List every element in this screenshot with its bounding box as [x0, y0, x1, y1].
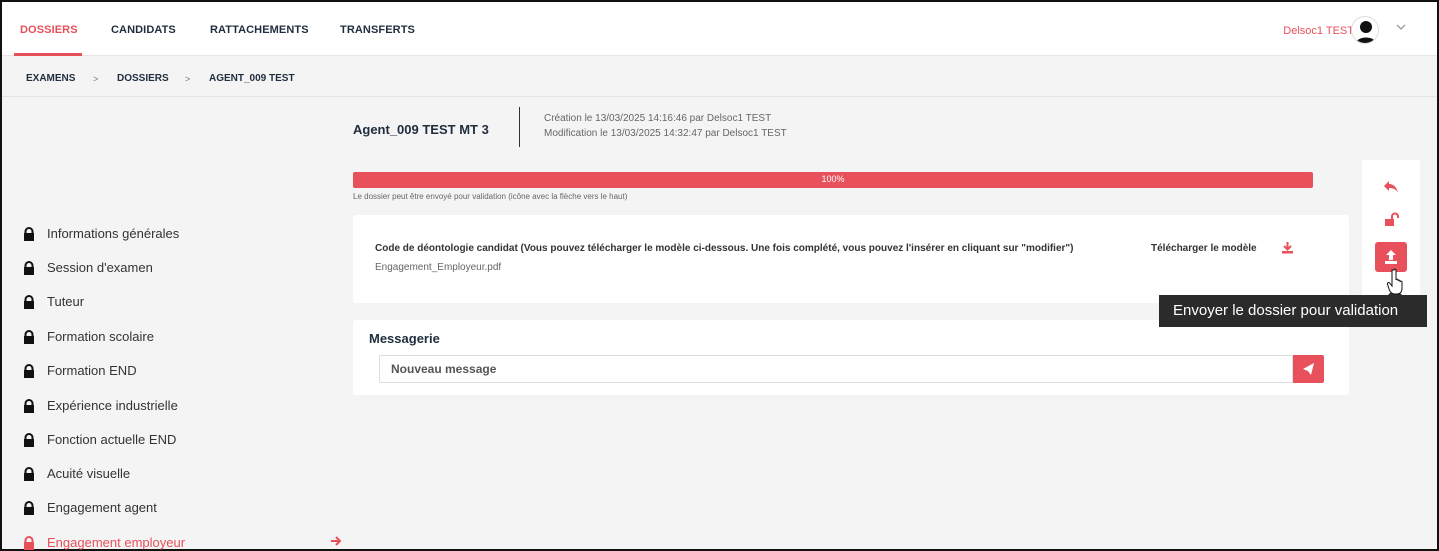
tab-candidats[interactable]: CANDIDATS	[111, 24, 176, 36]
active-tab-indicator	[14, 53, 82, 56]
sidebar-item-label: Formation END	[47, 363, 137, 378]
breadcrumb-separator: >	[93, 74, 99, 84]
tab-rattachements[interactable]: RATTACHEMENTS	[210, 24, 309, 36]
chevron-down-icon[interactable]	[1395, 21, 1407, 36]
header-divider	[519, 107, 520, 147]
modification-info: Modification le 13/03/2025 14:32:47 par …	[544, 128, 787, 139]
send-message-button[interactable]	[1293, 355, 1324, 383]
lock-icon	[24, 399, 34, 413]
sidebar-item-acuite-visuelle[interactable]: Acuité visuelle	[22, 466, 342, 486]
sidebar-item-session-examen[interactable]: Session d'examen	[22, 260, 342, 280]
lock-icon	[24, 501, 34, 515]
message-input[interactable]	[379, 355, 1293, 383]
breadcrumb-examens[interactable]: EXAMENS	[26, 73, 75, 84]
lock-icon	[24, 364, 34, 378]
lock-icon	[24, 330, 34, 344]
download-template-link[interactable]: Télécharger le modèle	[1151, 243, 1257, 254]
user-avatar-icon[interactable]	[1351, 16, 1379, 44]
sidebar-item-label: Acuité visuelle	[47, 466, 131, 481]
paper-plane-icon	[1303, 363, 1314, 375]
lock-icon	[24, 261, 34, 275]
sidebar-item-informations-generales[interactable]: Informations générales	[22, 226, 342, 246]
lock-icon	[24, 467, 34, 481]
tab-transferts[interactable]: TRANSFERTS	[340, 24, 415, 36]
top-nav: DOSSIERS CANDIDATS RATTACHEMENTS TRANSFE…	[2, 2, 1437, 56]
sidebar-item-label: Formation scolaire	[47, 329, 154, 344]
lock-icon	[24, 295, 34, 309]
arrow-right-icon	[331, 536, 342, 546]
tab-dossiers[interactable]: DOSSIERS	[20, 24, 78, 36]
sidebar-item-tuteur[interactable]: Tuteur	[22, 294, 342, 314]
sidebar-item-experience-industrielle[interactable]: Expérience industrielle	[22, 398, 342, 418]
unlock-icon[interactable]	[1384, 212, 1400, 228]
lock-icon	[24, 227, 34, 241]
sidebar-item-formation-scolaire[interactable]: Formation scolaire	[22, 329, 342, 349]
progress-label: 100%	[821, 174, 845, 184]
progress-note: Le dossier peut être envoyé pour validat…	[353, 192, 628, 201]
sidebar-item-label: Session d'examen	[47, 260, 153, 275]
download-icon[interactable]	[1281, 241, 1294, 254]
sidebar-item-label: Tuteur	[47, 294, 85, 309]
reply-arrow-icon[interactable]	[1383, 180, 1399, 194]
record-title: Agent_009 TEST MT 3	[353, 122, 489, 137]
breadcrumb: EXAMENS > DOSSIERS > AGENT_009 TEST	[2, 57, 1437, 97]
document-card: Code de déontologie candidat (Vous pouve…	[353, 215, 1349, 303]
document-label: Code de déontologie candidat (Vous pouve…	[375, 243, 1074, 254]
sidebar-item-fonction-actuelle-end[interactable]: Fonction actuelle END	[22, 432, 342, 452]
lock-icon	[24, 433, 34, 447]
breadcrumb-current: AGENT_009 TEST	[209, 73, 295, 84]
document-file-name[interactable]: Engagement_Employeur.pdf	[375, 262, 501, 273]
sidebar-item-engagement-employeur[interactable]: Engagement employeur	[22, 535, 342, 551]
breadcrumb-dossiers[interactable]: DOSSIERS	[117, 73, 169, 84]
sidebar-item-engagement-agent[interactable]: Engagement agent	[22, 500, 342, 520]
progress-bar: 100%	[353, 172, 1313, 188]
lock-icon	[24, 536, 34, 550]
sidebar-item-label: Expérience industrielle	[47, 398, 178, 413]
messagerie-card: Messagerie	[353, 320, 1349, 395]
tooltip: Envoyer le dossier pour validation	[1159, 295, 1427, 327]
sidebar-item-formation-end[interactable]: Formation END	[22, 363, 342, 383]
messagerie-title: Messagerie	[369, 331, 440, 346]
creation-info: Création le 13/03/2025 14:16:46 par Dels…	[544, 113, 772, 124]
sidebar-item-label: Informations générales	[47, 226, 180, 241]
user-name[interactable]: Delsoc1 TEST	[1283, 25, 1354, 37]
breadcrumb-separator: >	[185, 74, 191, 84]
sidebar-item-label: Engagement employeur	[47, 535, 186, 550]
sidebar-item-label: Fonction actuelle END	[47, 432, 177, 447]
hand-pointer-icon	[1387, 268, 1403, 295]
sidebar-item-label: Engagement agent	[47, 500, 157, 515]
